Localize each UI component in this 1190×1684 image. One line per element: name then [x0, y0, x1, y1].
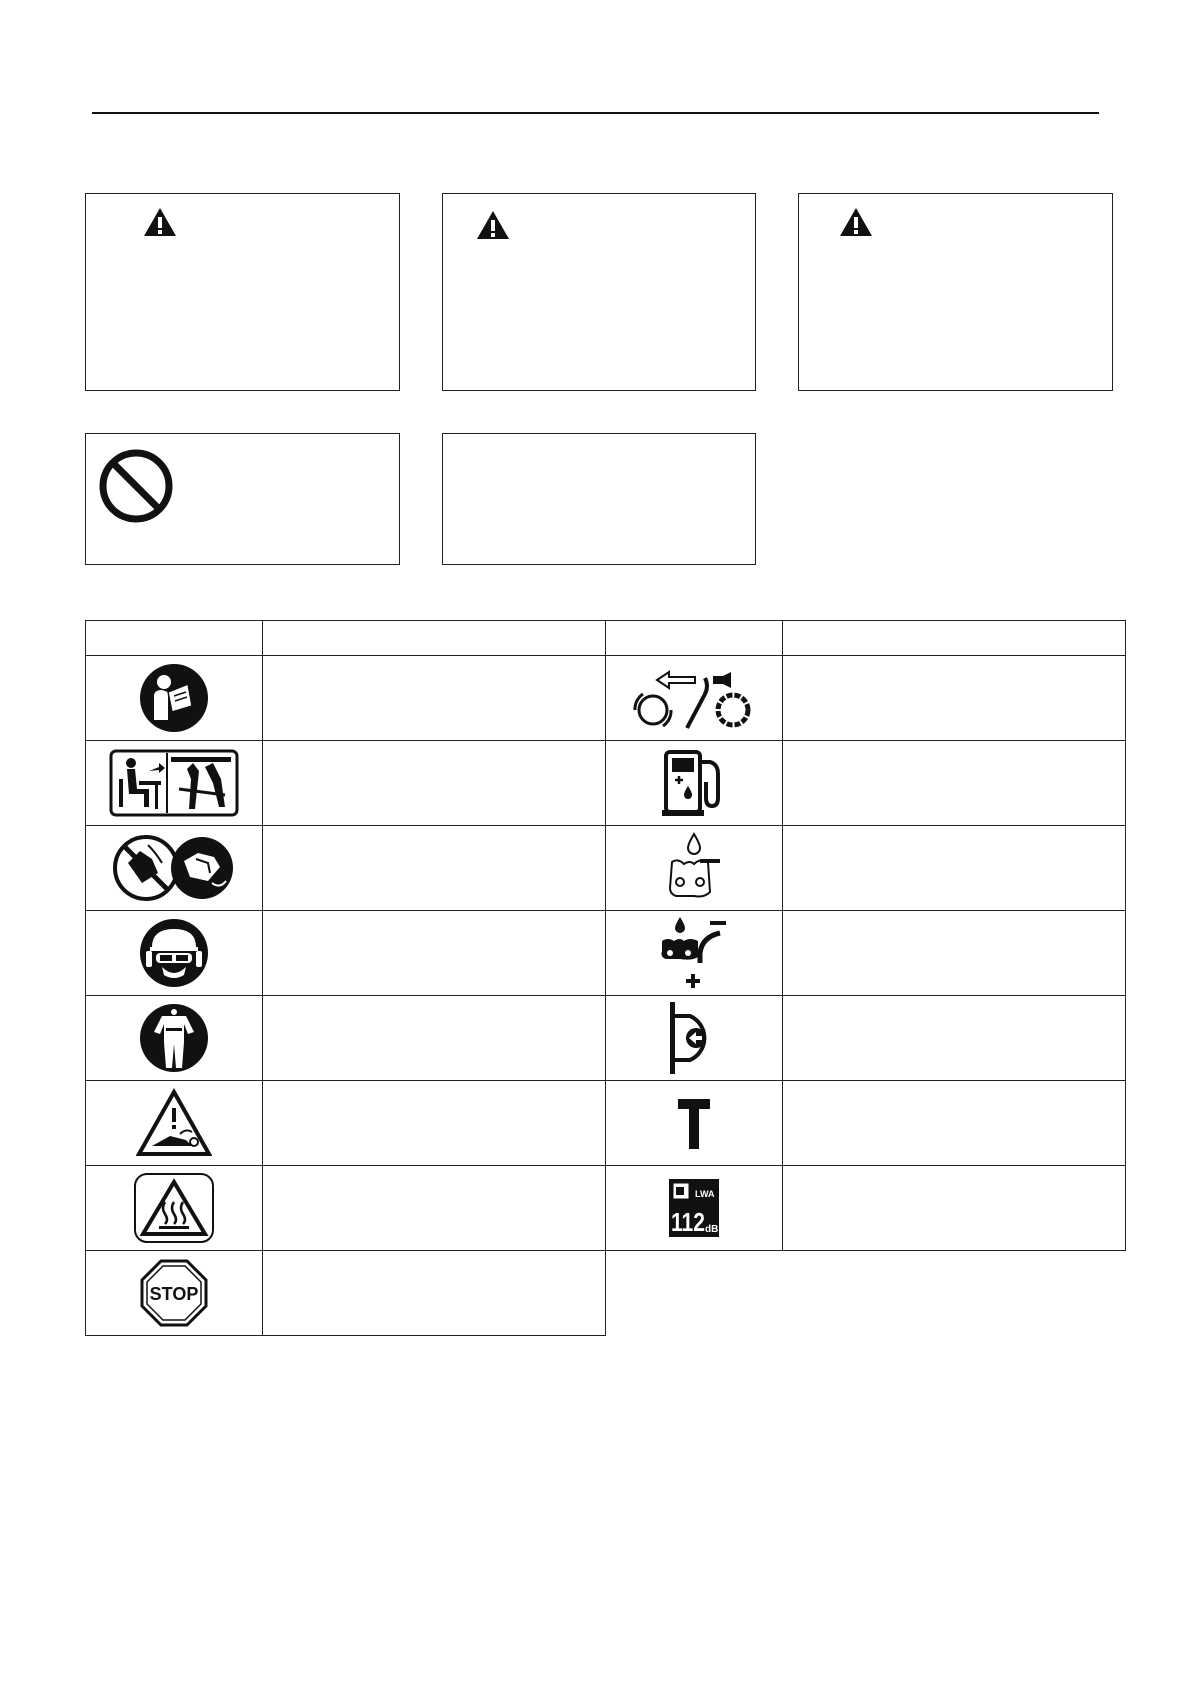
warning-triangle-icon — [838, 206, 874, 238]
prohibition-icon — [98, 448, 174, 524]
kickback-warning-description — [262, 1080, 606, 1166]
chain-brake-icon — [670, 1002, 707, 1074]
read-manual-cell — [85, 655, 263, 741]
protective-clothing-cell — [85, 995, 263, 1081]
t-symbol-icon — [678, 1099, 710, 1149]
notice-box — [442, 433, 756, 565]
t-symbol-cell — [605, 1080, 783, 1166]
noise-unit: dB — [705, 1224, 718, 1235]
head-protection-icon — [140, 919, 208, 987]
header-symbol-right — [605, 620, 783, 656]
chain-direction-icon — [633, 670, 751, 729]
fuel-cell — [605, 740, 783, 826]
no-one-hand-icon — [113, 835, 233, 901]
empty-cell — [782, 1250, 1126, 1336]
table-row — [85, 995, 1126, 1081]
table-header-row — [85, 620, 1126, 656]
chain-direction-description — [782, 655, 1126, 741]
read-manual-description — [262, 655, 606, 741]
fuel-pump-icon — [662, 750, 720, 816]
noise-value: 112 — [671, 1207, 705, 1237]
training-description — [262, 740, 606, 826]
noise-level-description — [782, 1165, 1126, 1251]
chain-brake-description — [782, 995, 1126, 1081]
noise-level-icon: LWA 112 dB — [669, 1179, 719, 1237]
head-protection-cell — [85, 910, 263, 996]
hot-surface-description — [262, 1165, 606, 1251]
stop-description — [262, 1250, 606, 1336]
header-rule — [92, 112, 1099, 114]
noise-prefix: LWA — [695, 1189, 715, 1199]
empty-cell — [605, 1250, 783, 1336]
table-row — [85, 825, 1126, 911]
warning-box-2 — [442, 193, 756, 391]
oil-adjust-description — [782, 910, 1126, 996]
chain-oil-icon — [668, 832, 720, 898]
warning-triangle-icon — [475, 209, 511, 241]
warning-box-3 — [798, 193, 1113, 391]
warning-triangle-icon — [142, 206, 178, 238]
header-description-right — [782, 620, 1126, 656]
header-description-left — [262, 620, 606, 656]
t-symbol-description — [782, 1080, 1126, 1166]
header-symbol-left — [85, 620, 263, 656]
table-row: STOP — [85, 1250, 1126, 1336]
chain-oil-cell — [605, 825, 783, 911]
hot-surface-cell — [85, 1165, 263, 1251]
hot-surface-icon — [134, 1173, 214, 1243]
noise-level-cell: LWA 112 dB — [605, 1165, 783, 1251]
table-row — [85, 910, 1126, 996]
prohibition-box — [85, 433, 400, 565]
table-row: LWA 112 dB — [85, 1165, 1126, 1251]
table-row — [85, 740, 1126, 826]
training-icon — [109, 749, 239, 817]
training-cell — [85, 740, 263, 826]
stop-cell: STOP — [85, 1250, 263, 1336]
stop-label: STOP — [150, 1284, 199, 1304]
symbol-table: LWA 112 dB STOP — [85, 620, 1126, 1336]
kickback-warning-cell — [85, 1080, 263, 1166]
stop-icon: STOP — [140, 1259, 208, 1327]
head-protection-description — [262, 910, 606, 996]
protective-clothing-description — [262, 995, 606, 1081]
chain-direction-cell — [605, 655, 783, 741]
no-one-hand-cell — [85, 825, 263, 911]
read-manual-icon — [140, 664, 208, 732]
no-one-hand-description — [262, 825, 606, 911]
fuel-description — [782, 740, 1126, 826]
chain-oil-description — [782, 825, 1126, 911]
oil-adjust-cell — [605, 910, 783, 996]
chain-brake-cell — [605, 995, 783, 1081]
oil-adjust-icon — [661, 917, 726, 988]
table-row — [85, 655, 1126, 741]
protective-clothing-icon — [140, 1004, 208, 1072]
warning-box-1 — [85, 193, 400, 391]
kickback-warning-icon — [136, 1088, 212, 1156]
table-row — [85, 1080, 1126, 1166]
